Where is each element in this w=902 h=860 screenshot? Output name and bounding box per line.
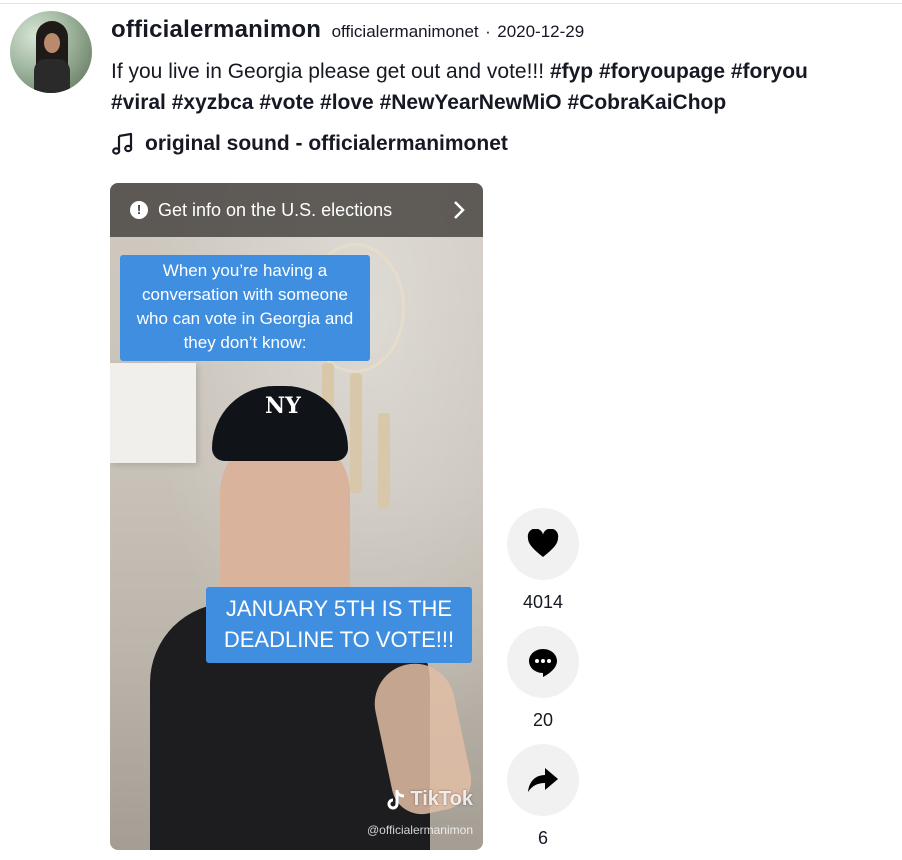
like-button[interactable] xyxy=(507,508,579,580)
hashtag-link[interactable]: #CobraKaiChop xyxy=(568,91,727,114)
like-action: 4014 xyxy=(507,508,579,613)
hashtag-link[interactable]: #NewYearNewMiO xyxy=(380,91,562,114)
share-arrow-icon xyxy=(528,768,558,792)
separator: · xyxy=(485,22,491,41)
hashtag-link[interactable]: #fyp xyxy=(550,60,593,83)
author-unique-id[interactable]: officialermanimon xyxy=(111,16,321,43)
hashtag-link[interactable]: #viral xyxy=(111,91,166,114)
share-count: 6 xyxy=(537,828,548,848)
post-date: 2020-12-29 xyxy=(497,22,585,41)
post-caption: If you live in Georgia please get out an… xyxy=(111,56,891,118)
chevron-right-icon xyxy=(454,201,465,219)
heart-icon xyxy=(527,529,559,557)
cap-logo: NY xyxy=(265,393,301,419)
caption-text: If you live in Georgia please get out an… xyxy=(111,60,550,83)
comment-icon xyxy=(529,649,557,677)
like-count: 4014 xyxy=(522,592,564,612)
tiktok-logo-icon xyxy=(387,789,405,809)
video-overlay-text-bottom: JANUARY 5TH IS THE DEADLINE TO VOTE!!! xyxy=(206,587,472,663)
hashtag-link[interactable]: #foryoupage xyxy=(599,60,725,83)
comment-action: 20 xyxy=(507,626,579,731)
share-button[interactable] xyxy=(507,744,579,816)
video-player[interactable]: NY ! Get info on the U.S. elections When… xyxy=(110,183,483,850)
post-header: officialermanimon officialermanimonet · … xyxy=(111,16,584,44)
video-overlay-text-top: When you’re having a conversation with s… xyxy=(120,255,370,361)
avatar[interactable] xyxy=(10,11,92,93)
music-note-icon xyxy=(112,132,133,155)
comment-count: 20 xyxy=(532,710,554,730)
music-link[interactable]: original sound - officialermanimonet xyxy=(111,132,508,156)
hashtag-link[interactable]: #xyzbca xyxy=(172,91,254,114)
background-canvas xyxy=(110,363,196,463)
share-action: 6 xyxy=(507,744,579,849)
author-nickname[interactable]: officialermanimonet xyxy=(332,22,479,41)
watermark-username: @officialermanimon xyxy=(366,823,473,837)
hashtag-link[interactable]: #vote xyxy=(259,91,314,114)
election-info-text: Get info on the U.S. elections xyxy=(158,199,393,220)
top-divider xyxy=(0,3,902,4)
alert-icon: ! xyxy=(130,201,148,219)
comment-button[interactable] xyxy=(507,626,579,698)
hashtag-link[interactable]: #foryou xyxy=(731,60,808,83)
music-title: original sound - officialermanimonet xyxy=(145,132,508,155)
hashtag-link[interactable]: #love xyxy=(320,91,374,114)
tiktok-watermark: TikTok xyxy=(386,788,473,811)
election-info-banner[interactable]: ! Get info on the U.S. elections xyxy=(110,183,483,237)
